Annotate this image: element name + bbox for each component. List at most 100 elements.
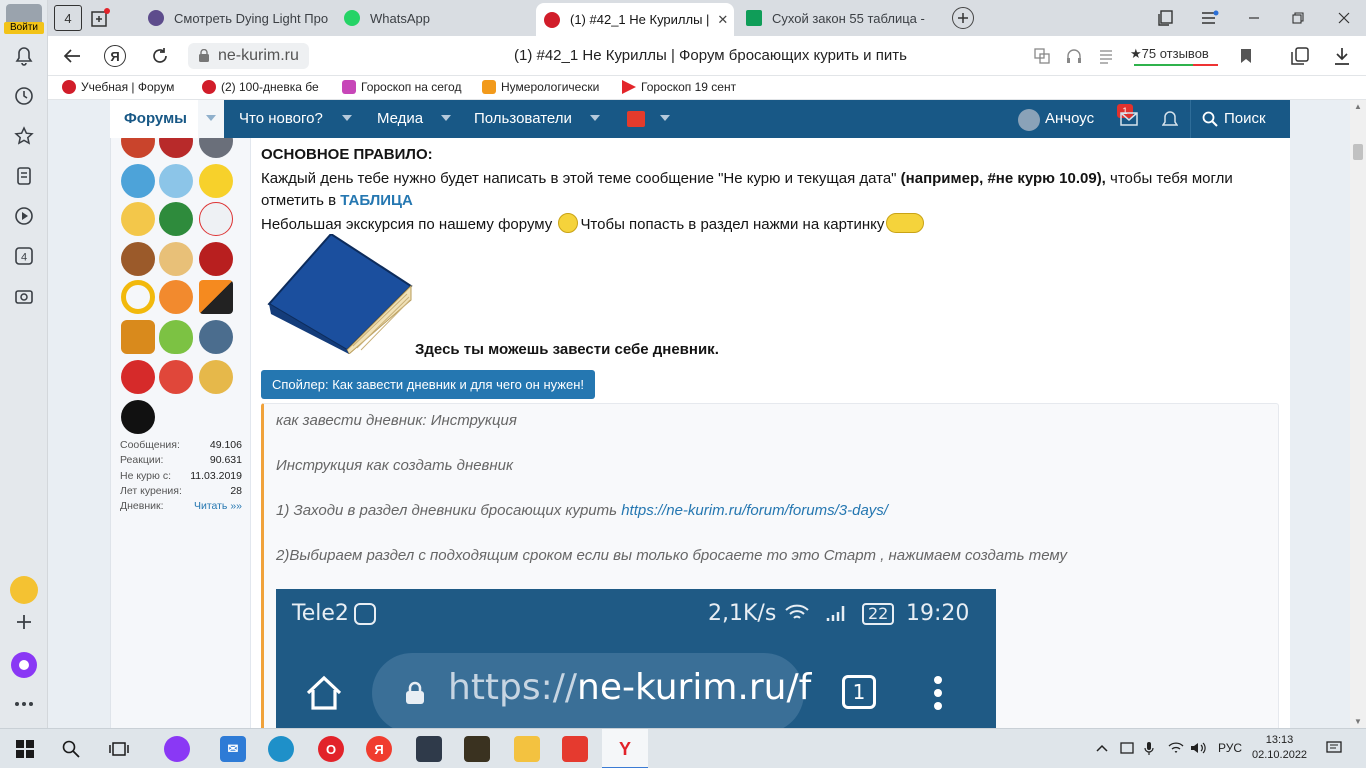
new-tab-icon[interactable]	[952, 7, 974, 29]
forum-section-link[interactable]: https://ne-kurim.ru/forum/forums/3-days/	[621, 502, 888, 519]
notifications-icon[interactable]	[1326, 741, 1342, 758]
close-tab-icon[interactable]: ✕	[717, 12, 728, 28]
home-icon	[306, 675, 342, 710]
close-window-icon[interactable]	[1332, 6, 1356, 30]
wifi-icon[interactable]	[1168, 741, 1184, 758]
world-of-tanks-icon[interactable]	[464, 736, 490, 762]
nav-whats-new[interactable]: Что нового?	[239, 100, 323, 138]
chevron-down-icon[interactable]	[441, 115, 451, 121]
game-launcher-icon[interactable]	[416, 736, 442, 762]
back-icon[interactable]	[60, 44, 84, 68]
bookmark-icon[interactable]	[1234, 44, 1258, 68]
search-icon[interactable]	[58, 736, 84, 762]
windows-start-icon[interactable]	[12, 736, 38, 762]
thread-content: Сообщения: 49.106 Реакции: 90.631 Не курю …	[110, 138, 1290, 728]
bell-icon[interactable]	[12, 44, 36, 68]
bell-icon[interactable]	[1161, 111, 1179, 132]
horoscope-icon	[342, 80, 356, 94]
sos-icon[interactable]	[627, 111, 645, 127]
chevron-up-icon[interactable]	[1096, 741, 1108, 755]
nav-forums[interactable]: Форумы	[110, 100, 198, 138]
tab-dying-light[interactable]: Смотреть Dying Light Про	[140, 3, 332, 33]
nav-members[interactable]: Пользователи	[474, 100, 572, 138]
nav-media[interactable]: Медиа	[377, 100, 423, 138]
new-group-icon[interactable]	[88, 6, 112, 30]
microphone-icon[interactable]	[1144, 741, 1154, 758]
more-icon[interactable]	[12, 692, 36, 716]
book-caption[interactable]: Здесь ты можешь завести себе дневник.	[415, 341, 719, 358]
tab-forum-active[interactable]: (1) #42_1 Не Куриллы | ✕	[536, 3, 734, 36]
envelope-icon[interactable]	[1120, 112, 1138, 129]
scroll-down-icon[interactable]: ▼	[1354, 717, 1362, 726]
counter-icon[interactable]: 4	[12, 244, 36, 268]
download-icon[interactable]	[1330, 44, 1354, 68]
collections-add-icon[interactable]	[1288, 44, 1312, 68]
phone-screenshot-image: Tele2 2,1K/s 22 19:20 https://ne-kurim.r…	[276, 589, 996, 728]
bookmark-item[interactable]: (2) 100-дневка бе	[202, 80, 328, 94]
scroll-thumb[interactable]	[1353, 144, 1363, 160]
tab-whatsapp[interactable]: WhatsApp	[336, 3, 532, 33]
nav-forums-dropdown[interactable]	[198, 100, 224, 138]
bookmark-item[interactable]: Гороскоп на сегод	[342, 80, 468, 94]
yandex-browser-icon[interactable]: Я	[366, 736, 392, 762]
bookmark-item[interactable]: Учебная | Форум	[62, 80, 192, 94]
notes-icon[interactable]	[12, 164, 36, 188]
phone-tabs-icon: 1	[842, 675, 876, 709]
edge-icon[interactable]	[268, 736, 294, 762]
page-scrollbar[interactable]: ▲ ▼	[1350, 100, 1366, 728]
search-icon[interactable]	[1202, 111, 1218, 130]
translate-icon[interactable]	[1030, 44, 1054, 68]
star-icon[interactable]	[12, 124, 36, 148]
diary-link[interactable]: Читать »»	[194, 500, 242, 515]
bookmark-item[interactable]: Гороскоп 19 сент	[622, 80, 750, 94]
lips-icon	[544, 11, 560, 28]
restore-icon[interactable]	[1286, 6, 1310, 30]
chevron-down-icon[interactable]	[342, 115, 352, 121]
book-icon[interactable]	[261, 234, 413, 354]
page-title[interactable]: (1) #42_1 Не Куриллы | Форум бросающих к…	[514, 47, 907, 64]
collections-icon[interactable]	[1154, 6, 1178, 30]
profile-login-label[interactable]: Войти	[4, 22, 44, 34]
history-icon[interactable]	[12, 84, 36, 108]
award-icon	[199, 242, 233, 276]
forum-nav-bar: Форумы Что нового? Медиа Пользователи Ан…	[110, 100, 1290, 138]
reader-icon[interactable]	[1094, 44, 1118, 68]
file-explorer-icon[interactable]	[514, 736, 540, 762]
url-domain[interactable]: ne-kurim.ru	[188, 43, 309, 69]
reload-icon[interactable]	[148, 44, 172, 68]
tab-count-icon[interactable]: 4	[54, 5, 82, 31]
zen-icon[interactable]	[10, 576, 38, 604]
minimize-icon[interactable]	[1242, 6, 1266, 30]
chevron-down-icon[interactable]	[590, 115, 600, 121]
language-indicator[interactable]: РУС	[1218, 741, 1242, 755]
chevron-down-icon[interactable]	[660, 115, 670, 121]
bookmark-item[interactable]: Нумерологически	[482, 80, 608, 94]
add-panel-icon[interactable]	[12, 610, 36, 634]
tab-sheets[interactable]: Сухой закон 55 таблица -	[738, 3, 928, 33]
volume-icon[interactable]	[1190, 741, 1206, 758]
alice-icon[interactable]	[164, 736, 190, 762]
opera-icon[interactable]: O	[318, 736, 344, 762]
task-view-icon[interactable]	[106, 736, 132, 762]
reviews-badge[interactable]: ★75 отзывов	[1130, 46, 1209, 62]
user-avatar[interactable]	[1018, 109, 1040, 131]
mail-icon[interactable]: ✉	[220, 736, 246, 762]
tab-strip: 4 Смотреть Dying Light Про WhatsApp (1) …	[48, 0, 1366, 36]
network-device-icon[interactable]	[1120, 741, 1134, 758]
search-button[interactable]: Поиск	[1224, 100, 1266, 138]
headphones-icon[interactable]	[1062, 44, 1086, 68]
scroll-up-icon[interactable]: ▲	[1354, 102, 1362, 111]
anydesk-icon[interactable]	[562, 736, 588, 762]
thumbs-up-emoji-icon	[886, 213, 925, 233]
yandex-icon[interactable]: Я	[104, 45, 126, 67]
screenshot-icon[interactable]	[12, 284, 36, 308]
user-name[interactable]: Анчоус	[1045, 100, 1094, 138]
clock[interactable]: 13:13 02.10.2022	[1252, 733, 1307, 763]
video-icon[interactable]	[12, 204, 36, 228]
yandex-icon[interactable]: Y	[612, 736, 638, 762]
spoiler-button[interactable]: Спойлер: Как завести дневник и для чего …	[261, 370, 595, 399]
alice-icon[interactable]	[11, 652, 37, 678]
menu-icon[interactable]	[1198, 6, 1222, 30]
award-ring-icon	[121, 280, 155, 314]
table-link[interactable]: ТАБЛИЦА	[340, 192, 413, 209]
